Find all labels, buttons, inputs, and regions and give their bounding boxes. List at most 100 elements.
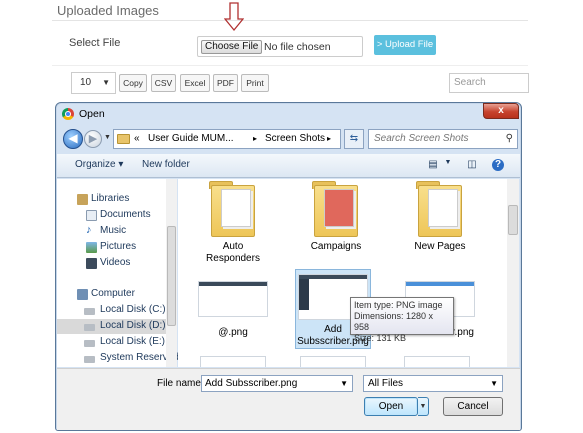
no-file-text: No file chosen: [264, 41, 331, 53]
nav-item-system-reserved[interactable]: System Reserved: [57, 351, 179, 366]
dialog-title: Open: [79, 108, 105, 120]
nav-item-local-disk-e[interactable]: Local Disk (E:): [57, 335, 167, 350]
videos-icon: [86, 258, 97, 269]
help-icon[interactable]: ?: [492, 159, 504, 171]
dialog-toolbar: Organize ▾ New folder ▤ ▼ ◫ ?: [57, 154, 520, 178]
open-file-dialog: Open x ◀ ▶ ▼ « User Guide MUM... ▸ Scree…: [55, 102, 522, 431]
file-label: @.png: [218, 327, 248, 338]
breadcrumb-item[interactable]: Screen Shots: [265, 133, 325, 144]
drive-icon: [84, 356, 95, 363]
tooltip-dimensions: Dimensions: 1280 x 958: [354, 311, 434, 332]
file-name-input[interactable]: Add Subsscriber.png ▼: [201, 375, 353, 392]
arrow-down-icon: [224, 2, 244, 32]
preview-pane-icon[interactable]: ◫: [465, 159, 479, 171]
nav-item-documents[interactable]: Documents: [57, 208, 167, 223]
open-split-dropdown-icon[interactable]: ▼: [418, 397, 429, 416]
nav-item-label: Local Disk (C:): [100, 304, 166, 315]
cancel-button[interactable]: Cancel: [443, 397, 503, 416]
folder-icon: [117, 134, 130, 144]
nav-item-libraries[interactable]: Libraries: [57, 192, 167, 207]
choose-file-button[interactable]: Choose File: [201, 40, 263, 54]
nav-scrollbar[interactable]: [166, 179, 177, 367]
organize-menu[interactable]: Organize ▾: [75, 159, 123, 170]
file-label: New Pages: [414, 241, 466, 252]
nav-item-computer[interactable]: Computer: [57, 287, 167, 302]
divider: [52, 20, 528, 21]
tooltip-type: Item type: PNG image: [354, 300, 443, 310]
address-row: ◀ ▶ ▼ « User Guide MUM... ▸ Screen Shots…: [60, 126, 519, 152]
new-folder-button[interactable]: New folder: [142, 159, 190, 170]
refresh-icon[interactable]: ⇆: [344, 129, 364, 149]
chevron-down-icon[interactable]: ▼: [441, 159, 455, 171]
section-title: Uploaded Images: [57, 3, 159, 18]
web-page: Uploaded Images Select File Choose File …: [0, 0, 583, 433]
breadcrumb-separator[interactable]: ▸: [253, 134, 257, 143]
libraries-icon: [77, 194, 88, 205]
file-list-scrollbar[interactable]: [507, 179, 519, 367]
search-input[interactable]: Search Screen Shots ⚲: [368, 129, 518, 149]
file-name-label: File name:: [157, 378, 204, 389]
forward-icon[interactable]: ▶: [84, 130, 102, 148]
file-item-new-pages[interactable]: New Pages: [402, 181, 478, 253]
history-dropdown-icon[interactable]: ▼: [104, 134, 111, 141]
dialog-titlebar[interactable]: Open x: [56, 103, 521, 125]
scroll-thumb[interactable]: [167, 226, 176, 326]
nav-item-pictures[interactable]: Pictures: [57, 240, 167, 255]
file-item-at-png[interactable]: @.png: [195, 271, 271, 339]
open-button[interactable]: Open: [364, 397, 418, 416]
breadcrumb-item[interactable]: User Guide MUM...: [148, 133, 234, 144]
file-type-select[interactable]: All Files ▼: [363, 375, 503, 392]
file-input[interactable]: Choose File No file chosen: [197, 36, 363, 57]
nav-item-label: Local Disk (E:): [100, 336, 166, 347]
music-icon: ♪: [86, 224, 92, 236]
excel-button[interactable]: Excel: [180, 74, 210, 92]
file-item-auto-responders[interactable]: Auto Responders: [195, 181, 271, 265]
divider: [52, 65, 528, 66]
documents-icon: [86, 210, 97, 221]
close-button[interactable]: x: [483, 103, 519, 119]
pdf-button[interactable]: PDF: [213, 74, 238, 92]
view-options-icon[interactable]: ▤: [426, 159, 440, 171]
page-length-select[interactable]: 10 ▼: [71, 72, 116, 94]
file-info-tooltip: Item type: PNG image Dimensions: 1280 x …: [350, 297, 454, 343]
page-length-value: 10: [80, 77, 92, 88]
image-thumbnail[interactable]: [404, 356, 470, 367]
nav-item-music[interactable]: ♪ Music: [57, 224, 167, 239]
drive-icon: [84, 340, 95, 347]
image-thumbnail[interactable]: [300, 356, 366, 367]
nav-item-label: Pictures: [100, 241, 137, 252]
address-bar[interactable]: « User Guide MUM... ▸ Screen Shots ▸ ▼: [113, 129, 389, 149]
scroll-thumb[interactable]: [508, 205, 518, 235]
breadcrumb-separator[interactable]: ▸: [327, 134, 331, 143]
navigation-pane: Libraries Documents ♪ Music Pictures Vid…: [57, 179, 179, 367]
select-file-label: Select File: [69, 37, 121, 49]
file-list: Auto Responders Campaigns New Pages @.pn…: [178, 179, 507, 367]
tooltip-size: Size: 131 KB: [354, 333, 407, 343]
chevron-down-icon: ▼: [102, 78, 110, 87]
folder-icon: [414, 181, 466, 239]
image-thumbnail[interactable]: [200, 356, 266, 367]
copy-button[interactable]: Copy: [119, 74, 147, 92]
back-icon[interactable]: ◀: [63, 129, 83, 149]
dialog-footer: File name: Add Subsscriber.png ▼ All Fil…: [57, 368, 520, 430]
nav-item-label: Documents: [100, 209, 151, 220]
nav-item-local-disk-d[interactable]: Local Disk (D:): [57, 319, 167, 334]
image-thumbnail: [198, 271, 268, 325]
nav-item-videos[interactable]: Videos: [57, 256, 167, 271]
breadcrumb-overflow[interactable]: «: [134, 133, 140, 144]
search-placeholder: Search Screen Shots: [374, 133, 469, 144]
drive-icon: [84, 308, 95, 315]
table-search-input[interactable]: Search: [449, 73, 529, 93]
upload-file-button[interactable]: > Upload File: [374, 35, 436, 55]
chrome-icon: [62, 108, 74, 120]
file-item-campaigns[interactable]: Campaigns: [298, 181, 374, 253]
csv-button[interactable]: CSV: [151, 74, 176, 92]
file-label: Campaigns: [310, 241, 362, 252]
nav-item-label: Libraries: [91, 193, 130, 204]
print-button[interactable]: Print: [241, 74, 269, 92]
nav-item-local-disk-c[interactable]: Local Disk (C:): [57, 303, 167, 318]
drive-icon: [84, 324, 95, 331]
pictures-icon: [86, 242, 97, 253]
chevron-down-icon[interactable]: ▼: [340, 376, 348, 391]
search-icon[interactable]: ⚲: [506, 130, 513, 148]
